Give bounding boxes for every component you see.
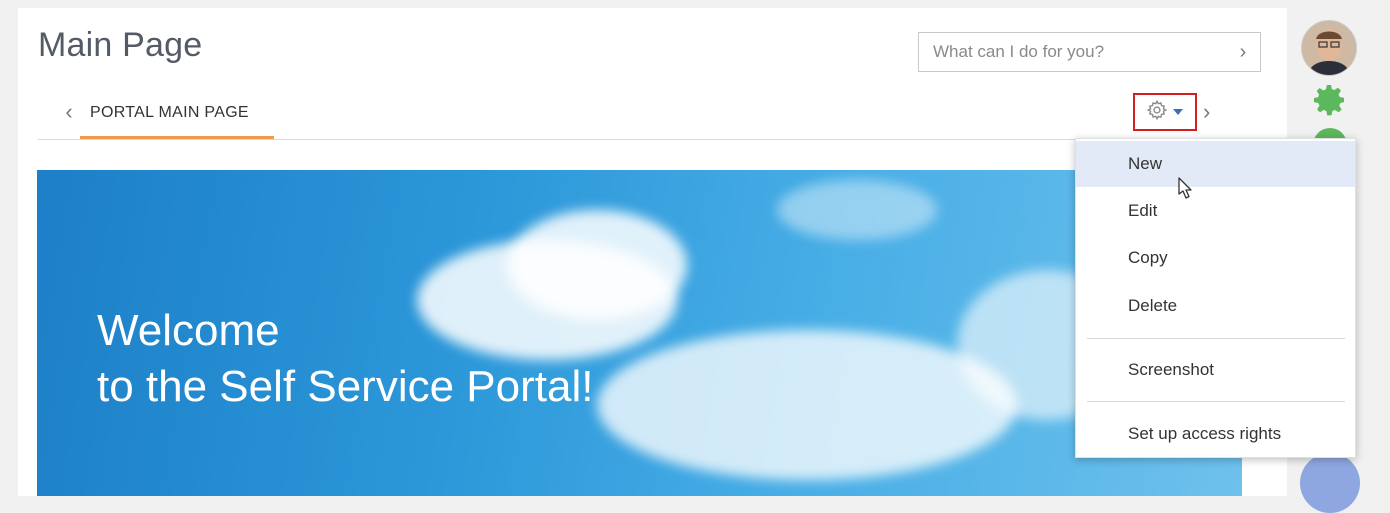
- welcome-line-2: to the Self Service Portal!: [97, 362, 594, 411]
- welcome-line-1: Welcome: [97, 306, 280, 355]
- menu-item-new[interactable]: New: [1076, 141, 1355, 187]
- menu-item-access-rights[interactable]: Set up access rights: [1076, 411, 1355, 457]
- menu-divider: [1087, 401, 1345, 402]
- search-go-button[interactable]: ›: [1226, 33, 1260, 71]
- user-avatar[interactable]: [1301, 20, 1357, 76]
- menu-item-edit[interactable]: Edit: [1076, 188, 1355, 234]
- page-title: Main Page: [38, 26, 203, 64]
- menu-item-delete[interactable]: Delete: [1076, 283, 1355, 329]
- welcome-text: Welcome to the Self Service Portal!: [97, 303, 593, 415]
- command-search-box[interactable]: ›: [918, 32, 1261, 72]
- tabs-next-arrow[interactable]: ›: [1203, 99, 1210, 125]
- menu-item-screenshot[interactable]: Screenshot: [1076, 347, 1355, 393]
- system-settings-icon[interactable]: [1309, 80, 1349, 125]
- tab-portal-main-page[interactable]: PORTAL MAIN PAGE: [80, 100, 274, 139]
- menu-divider: [1087, 338, 1345, 339]
- mouse-pointer-icon: [1173, 176, 1195, 211]
- tab-label: PORTAL MAIN PAGE: [90, 104, 249, 121]
- phone-button[interactable]: [1300, 453, 1360, 513]
- cloud-shape: [777, 180, 937, 240]
- search-input[interactable]: [919, 33, 1226, 71]
- gear-icon: [1146, 99, 1168, 126]
- tabs-prev-arrow[interactable]: ‹: [60, 99, 78, 125]
- cloud-shape: [597, 330, 1017, 480]
- menu-item-copy[interactable]: Copy: [1076, 235, 1355, 281]
- page-settings-button[interactable]: [1133, 93, 1197, 131]
- settings-dropdown-menu: New Edit Copy Delete Screenshot Set up a…: [1075, 138, 1356, 458]
- tabs-divider: [38, 139, 1241, 140]
- caret-down-icon: [1172, 103, 1184, 121]
